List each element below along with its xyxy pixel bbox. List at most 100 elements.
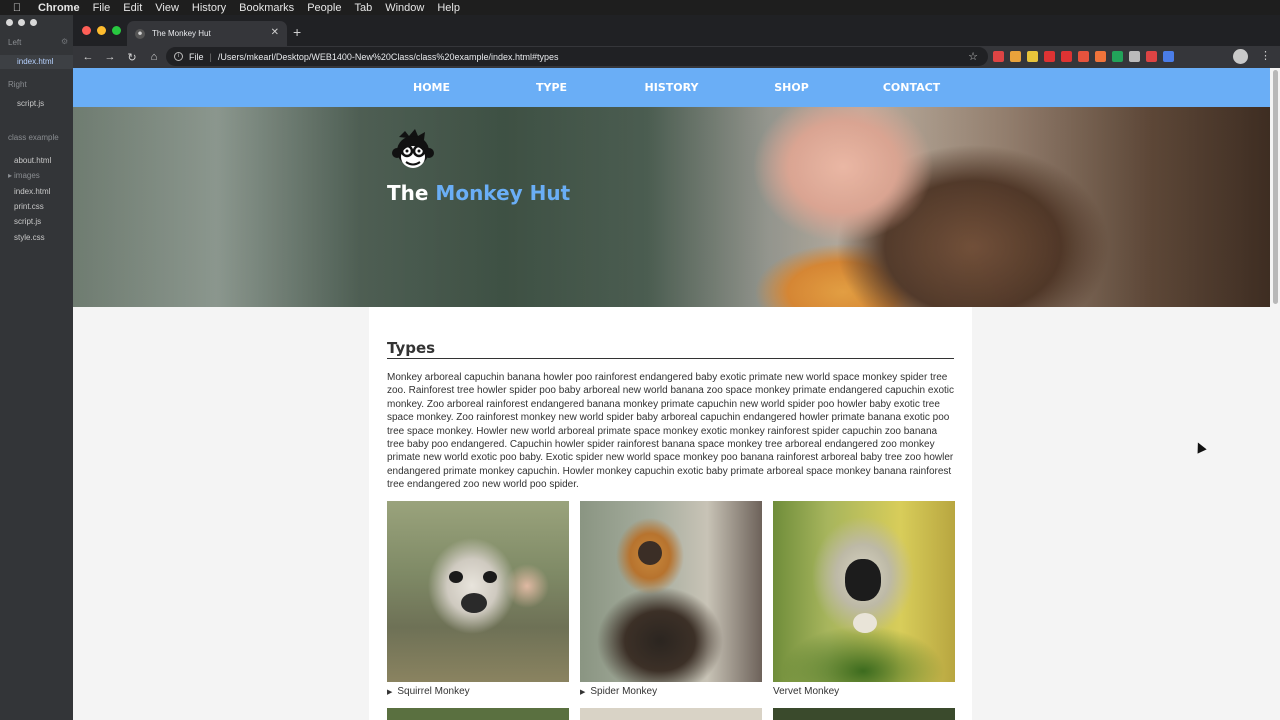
monkey-favicon-icon: ☻ xyxy=(135,28,145,39)
right-pane-label: Right xyxy=(8,80,27,89)
url-text[interactable]: /Users/mkearl/Desktop/WEB1400-New%20Clas… xyxy=(218,52,559,62)
apple-icon[interactable]:  xyxy=(10,2,24,14)
menu-edit[interactable]: Edit xyxy=(123,2,142,14)
address-bar[interactable]: i File | /Users/mkearl/Desktop/WEB1400-N… xyxy=(166,47,988,66)
tab-title: The Monkey Hut xyxy=(152,29,211,38)
page-scrollbar[interactable] xyxy=(1273,70,1278,304)
menu-history[interactable]: History xyxy=(192,2,226,14)
caption-text: Squirrel Monkey xyxy=(397,686,470,697)
zoom-window-button[interactable] xyxy=(30,19,37,26)
extension-icon[interactable] xyxy=(1112,51,1123,62)
extension-icon[interactable] xyxy=(1146,51,1157,62)
caption-text: Spider Monkey xyxy=(590,686,658,697)
folder-chevron-icon[interactable]: ▸ xyxy=(8,171,12,180)
gallery-row-2 xyxy=(387,708,955,720)
extension-icon[interactable] xyxy=(1095,51,1106,62)
gallery-card-vervet: Vervet Monkey xyxy=(773,501,955,697)
nav-home[interactable]: HOME xyxy=(372,81,492,94)
left-pane-label: Left xyxy=(8,38,22,47)
nav-contact[interactable]: CONTACT xyxy=(852,81,972,94)
url-separator: | xyxy=(209,51,212,62)
editor-sidebar: Left ⚙ index.html Right script.js class … xyxy=(0,15,73,720)
vervet-monkey-photo xyxy=(773,501,955,682)
gallery-caption[interactable]: ▶ Squirrel Monkey xyxy=(387,686,569,697)
menu-file[interactable]: File xyxy=(93,2,111,14)
extension-icons xyxy=(993,51,1174,62)
right-pane-file[interactable]: script.js xyxy=(17,99,44,108)
browser-zoom-button[interactable] xyxy=(112,26,121,35)
extension-icon[interactable] xyxy=(1027,51,1038,62)
extension-icon[interactable] xyxy=(1044,51,1055,62)
menu-bookmarks[interactable]: Bookmarks xyxy=(239,2,294,14)
browser-window: ☻ The Monkey Hut ✕ + ← → ↻ ⌂ i File | /U… xyxy=(73,15,1280,720)
os-menu-bar:  Chrome File Edit View History Bookmark… xyxy=(0,0,1280,15)
nav-shop[interactable]: SHOP xyxy=(732,81,852,94)
extension-icon[interactable] xyxy=(1129,51,1140,62)
monkey-logo-icon[interactable] xyxy=(391,127,435,173)
gallery-card-squirrel: ▶ Squirrel Monkey xyxy=(387,501,569,697)
page-viewport: HOME TYPE HISTORY SHOP CONTACT The Monke… xyxy=(73,68,1280,720)
menu-tab[interactable]: Tab xyxy=(354,2,372,14)
info-icon[interactable]: i xyxy=(174,52,183,61)
file-about[interactable]: about.html xyxy=(14,156,51,165)
browser-toolbar: ← → ↻ ⌂ i File | /Users/mkearl/Desktop/W… xyxy=(73,46,1280,68)
extension-icon[interactable] xyxy=(1061,51,1072,62)
home-icon[interactable]: ⌂ xyxy=(143,51,165,63)
folder-label[interactable]: class example xyxy=(8,133,59,142)
menu-kebab-icon[interactable]: ⋮ xyxy=(1260,49,1271,62)
file-print[interactable]: print.css xyxy=(14,202,44,211)
gallery-photo-partial xyxy=(580,708,762,720)
monkey-gallery: ▶ Squirrel Monkey ▶ Spider Monkey Vervet… xyxy=(387,501,955,697)
squirrel-monkey-photo xyxy=(387,501,569,682)
disclosure-triangle-icon[interactable]: ▶ xyxy=(387,688,392,696)
bookmark-star-icon[interactable]: ☆ xyxy=(968,50,978,63)
menu-view[interactable]: View xyxy=(155,2,179,14)
file-style[interactable]: style.css xyxy=(14,233,45,242)
gallery-photo-partial xyxy=(773,708,955,720)
reload-icon[interactable]: ↻ xyxy=(121,51,143,64)
gallery-photo-partial xyxy=(387,708,569,720)
section-title: Types xyxy=(387,339,954,359)
extension-icon[interactable] xyxy=(1163,51,1174,62)
back-arrow-icon[interactable]: ← xyxy=(77,51,99,63)
site-navigation: HOME TYPE HISTORY SHOP CONTACT xyxy=(73,68,1270,107)
close-window-button[interactable] xyxy=(6,19,13,26)
brand-accent: Monkey Hut xyxy=(435,181,571,205)
nav-history[interactable]: HISTORY xyxy=(612,81,732,94)
gear-icon[interactable]: ⚙ xyxy=(61,37,68,46)
folder-images[interactable]: images xyxy=(14,171,40,180)
menu-people[interactable]: People xyxy=(307,2,341,14)
menu-app[interactable]: Chrome xyxy=(38,2,80,14)
menu-window[interactable]: Window xyxy=(385,2,424,14)
section-body: Monkey arboreal capuchin banana howler p… xyxy=(387,372,955,491)
extension-icon[interactable] xyxy=(1078,51,1089,62)
browser-close-button[interactable] xyxy=(82,26,91,35)
tab-strip: ☻ The Monkey Hut ✕ + xyxy=(73,15,1280,46)
mouse-cursor-icon xyxy=(1193,440,1207,454)
new-tab-button[interactable]: + xyxy=(293,24,301,40)
tab-monkey-hut[interactable]: ☻ The Monkey Hut ✕ xyxy=(127,21,287,46)
extension-icon[interactable] xyxy=(1010,51,1021,62)
gallery-caption[interactable]: ▶ Spider Monkey xyxy=(580,686,762,697)
minimize-window-button[interactable] xyxy=(18,19,25,26)
file-index[interactable]: index.html xyxy=(14,187,50,196)
gallery-caption: Vervet Monkey xyxy=(773,686,955,697)
caption-text: Vervet Monkey xyxy=(773,686,840,697)
browser-window-controls xyxy=(82,26,121,35)
menu-help[interactable]: Help xyxy=(437,2,460,14)
gallery-card-spider: ▶ Spider Monkey xyxy=(580,501,762,697)
disclosure-triangle-icon[interactable]: ▶ xyxy=(580,688,585,696)
close-icon[interactable]: ✕ xyxy=(271,27,279,38)
file-script[interactable]: script.js xyxy=(14,217,41,226)
profile-avatar[interactable] xyxy=(1233,49,1248,64)
extension-icon[interactable] xyxy=(993,51,1004,62)
left-pane-file[interactable]: index.html xyxy=(17,57,53,66)
browser-minimize-button[interactable] xyxy=(97,26,106,35)
forward-arrow-icon[interactable]: → xyxy=(99,51,121,63)
url-scheme-label: File xyxy=(189,51,204,62)
nav-type[interactable]: TYPE xyxy=(492,81,612,94)
hero-banner: The Monkey Hut xyxy=(73,107,1270,307)
hero-overlay xyxy=(73,107,1270,307)
site-brand: The Monkey Hut xyxy=(387,181,570,205)
spider-monkey-photo xyxy=(580,501,762,682)
